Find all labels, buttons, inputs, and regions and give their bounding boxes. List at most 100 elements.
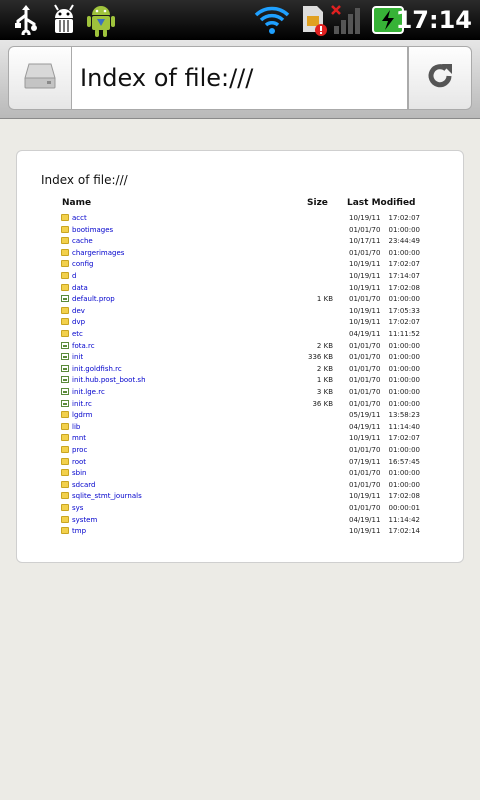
entry-time: 17:14:07: [388, 272, 420, 280]
entry-link[interactable]: tmp: [72, 525, 86, 537]
entry-time: 01:00:00: [388, 353, 420, 362]
table-row: sbin 01/01/70 01:00:00: [17, 467, 465, 479]
entry-link[interactable]: d: [72, 270, 76, 282]
table-row: sdcard 01/01/70 01:00:00: [17, 479, 465, 491]
entry-time: 17:02:14: [388, 527, 420, 536]
column-header-modified[interactable]: Last Modified: [347, 198, 415, 208]
entry-date: 10/19/11: [349, 283, 381, 292]
table-row: init.lge.rc 3 KB 01/01/70 01:00:00: [17, 386, 465, 398]
entry-link[interactable]: dvp: [72, 316, 85, 328]
table-row: init.rc 36 KB 01/01/70 01:00:00: [17, 398, 465, 410]
entry-link[interactable]: init: [72, 351, 83, 363]
entry-link[interactable]: init.goldfish.rc: [72, 363, 122, 375]
entry-link[interactable]: init.rc: [72, 398, 92, 410]
folder-icon: [61, 411, 69, 419]
entry-link[interactable]: fota.rc: [72, 340, 95, 352]
entry-link[interactable]: lib: [72, 421, 80, 433]
column-header-name[interactable]: Name: [62, 198, 91, 208]
entry-date: 01/01/70: [349, 469, 381, 478]
file-icon: [61, 295, 69, 303]
file-icon: [61, 353, 69, 361]
entry-time: 01:00:00: [388, 295, 420, 304]
entry-link[interactable]: init.hub.post_boot.sh: [72, 374, 146, 386]
entry-link[interactable]: sbin: [72, 467, 86, 479]
usb-icon: [12, 3, 40, 37]
entry-link[interactable]: etc: [72, 328, 83, 340]
entry-time: 01:00:00: [388, 364, 420, 373]
bookmarks-button[interactable]: [8, 46, 72, 110]
file-icon: [61, 388, 69, 395]
table-row: config 10/19/11 17:02:07: [17, 258, 465, 270]
entry-size: 1 KB: [316, 295, 333, 304]
entry-link[interactable]: sdcard: [72, 479, 95, 491]
entry-size: 3 KB: [316, 388, 333, 396]
table-row: root 07/19/11 16:57:45: [17, 456, 465, 468]
entry-link[interactable]: acct: [72, 212, 87, 224]
entry-link[interactable]: lgdrm: [72, 409, 92, 421]
reload-button[interactable]: [408, 46, 472, 110]
entry-time: 01:00:00: [388, 469, 420, 478]
entry-time: 11:14:42: [388, 515, 420, 524]
entry-link[interactable]: root: [72, 456, 86, 468]
entry-link[interactable]: system: [72, 514, 97, 526]
folder-icon: [61, 457, 69, 465]
folder-icon: [61, 283, 69, 291]
file-icon: [61, 364, 69, 372]
entry-link[interactable]: default.prop: [72, 293, 115, 305]
table-row: proc 01/01/70 01:00:00: [17, 444, 465, 456]
entry-time: 17:02:07: [388, 214, 420, 222]
entry-link[interactable]: cache: [72, 235, 93, 247]
entry-time: 23:44:49: [388, 237, 420, 246]
entry-size: 36 KB: [312, 399, 333, 408]
file-icon: [61, 376, 69, 384]
entry-time: 01:00:00: [388, 225, 420, 234]
entry-date: 01/01/70: [349, 225, 381, 234]
entry-time: 11:14:40: [388, 422, 420, 431]
entry-link[interactable]: chargerimages: [72, 247, 124, 259]
debug-icon: [48, 3, 80, 37]
folder-icon: [61, 214, 69, 221]
entry-size: 2 KB: [316, 364, 333, 373]
entry-date: 10/19/11: [349, 306, 381, 315]
file-icon: [61, 399, 69, 407]
table-row: fota.rc 2 KB 01/01/70 01:00:00: [17, 340, 465, 352]
table-row: lib 04/19/11 11:14:40: [17, 421, 465, 433]
table-row: d 10/19/11 17:14:07: [17, 270, 465, 282]
entry-time: 01:00:00: [388, 388, 420, 396]
entry-date: 01/01/70: [349, 295, 381, 304]
entry-link[interactable]: mnt: [72, 432, 86, 444]
entry-link[interactable]: data: [72, 282, 88, 294]
entry-link[interactable]: config: [72, 258, 93, 270]
entry-date: 01/01/70: [349, 388, 381, 396]
folder-icon: [61, 492, 69, 500]
entry-time: 01:00:00: [388, 248, 420, 257]
folder-icon: [61, 527, 69, 535]
entry-link[interactable]: sqlite_stmt_journals: [72, 490, 142, 502]
entry-date: 04/19/11: [349, 422, 381, 431]
table-row: lgdrm 05/19/11 13:58:23: [17, 409, 465, 421]
entry-date: 01/01/70: [349, 446, 381, 454]
url-field[interactable]: Index of file:///: [72, 46, 408, 110]
folder-icon: [61, 306, 69, 314]
entry-time: 11:11:52: [388, 330, 420, 338]
folder-icon: [61, 248, 69, 256]
entry-link[interactable]: proc: [72, 444, 87, 456]
entry-link[interactable]: bootimages: [72, 224, 113, 236]
folder-icon: [61, 469, 69, 477]
entry-date: 10/19/11: [349, 492, 381, 501]
entry-link[interactable]: dev: [72, 305, 85, 317]
entry-link[interactable]: sys: [72, 502, 83, 514]
entry-date: 10/17/11: [349, 237, 381, 246]
table-row: chargerimages 01/01/70 01:00:00: [17, 247, 465, 259]
entry-date: 10/19/11: [349, 272, 381, 280]
column-header-size[interactable]: Size: [307, 198, 328, 208]
table-row: mnt 10/19/11 17:02:07: [17, 432, 465, 444]
entry-time: 17:05:33: [388, 306, 420, 315]
drive-icon: [23, 62, 57, 94]
entry-date: 01/01/70: [349, 504, 381, 512]
clock: 17:14: [395, 6, 472, 34]
folder-icon: [61, 480, 69, 488]
entry-link[interactable]: init.lge.rc: [72, 386, 105, 398]
android-icon: [84, 3, 118, 37]
table-row: sys 01/01/70 00:00:01: [17, 502, 465, 514]
